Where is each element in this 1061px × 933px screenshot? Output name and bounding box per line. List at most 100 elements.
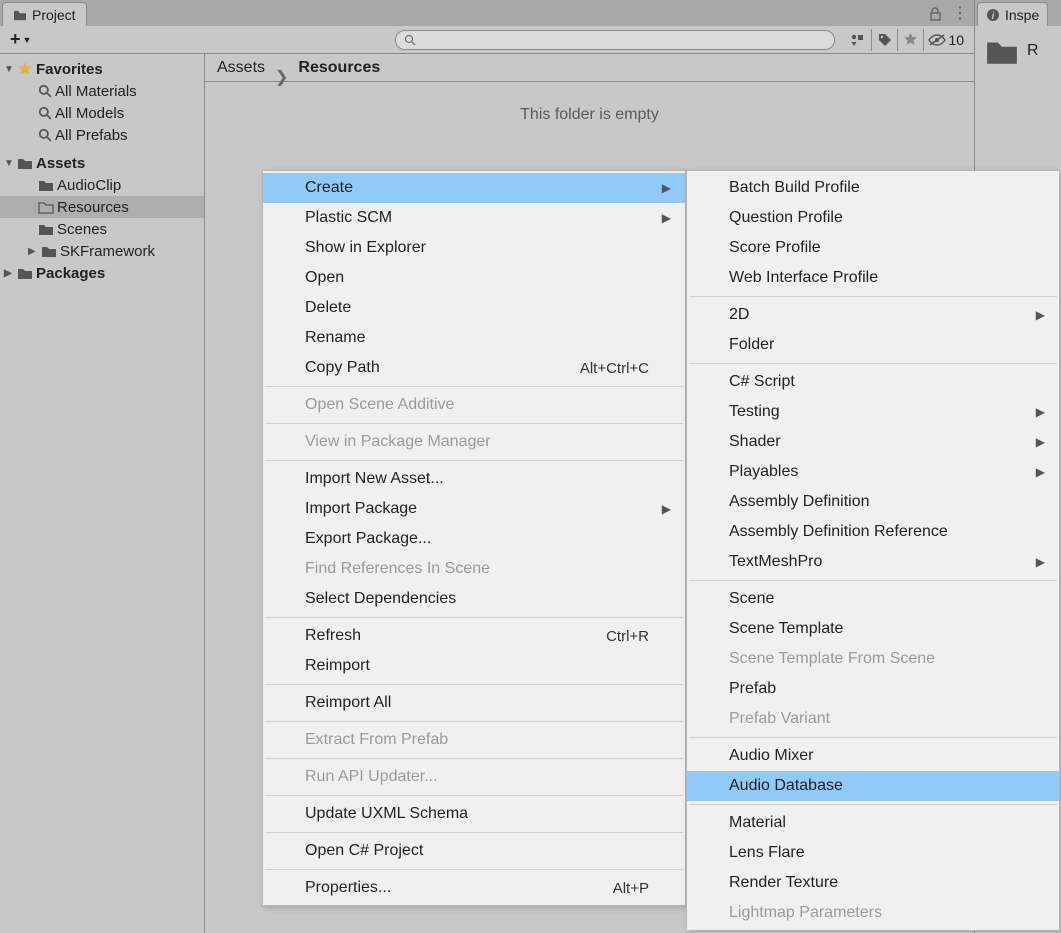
menu-separator [689,804,1057,805]
menu-item[interactable]: Audio Mixer [687,741,1059,771]
menu-item[interactable]: Web Interface Profile [687,263,1059,293]
menu-item[interactable]: Scene [687,584,1059,614]
menu-item[interactable]: Create▶ [263,173,685,203]
expand-arrow-icon[interactable]: ▶ [4,268,14,279]
breadcrumb-root[interactable]: Assets [217,59,265,77]
menu-item[interactable]: Delete [263,293,685,323]
menu-item[interactable]: Score Profile [687,233,1059,263]
folder-icon [17,266,33,280]
favorite-search-item[interactable]: All Prefabs [0,124,204,146]
menu-separator [265,758,683,759]
folder-icon [13,9,27,21]
menu-item-shortcut: Alt+P [613,880,649,897]
asset-folder-item[interactable]: ▶SKFramework [0,240,204,262]
project-tab[interactable]: Project [2,2,87,26]
expand-arrow-icon[interactable]: ▼ [4,158,14,169]
menu-item[interactable]: 2D▶ [687,300,1059,330]
search-icon [38,128,52,142]
menu-item[interactable]: Shader▶ [687,427,1059,457]
favorite-search-item[interactable]: All Models [0,102,204,124]
inspector-tab-label: Inspe [1005,7,1039,23]
add-button[interactable]: + ▼ [6,27,35,52]
favorite-button[interactable] [897,29,923,51]
search-field[interactable] [416,32,826,47]
menu-item[interactable]: Playables▶ [687,457,1059,487]
menu-item[interactable]: Properties...Alt+P [263,873,685,903]
filter-by-type-button[interactable] [845,29,871,51]
menu-item[interactable]: Audio Database [687,771,1059,801]
menu-item[interactable]: Lens Flare [687,838,1059,868]
menu-item-label: Import Package [305,500,417,518]
lock-icon[interactable] [929,7,942,21]
menu-item[interactable]: RefreshCtrl+R [263,621,685,651]
menu-separator [265,423,683,424]
tree-item-label: All Models [55,105,124,122]
kebab-icon[interactable]: ⋮ [952,6,968,22]
menu-item[interactable]: Reimport All [263,688,685,718]
assets-group[interactable]: ▼ Assets [0,152,204,174]
menu-item-label: Plastic SCM [305,209,392,227]
favorite-search-item[interactable]: All Materials [0,80,204,102]
menu-item[interactable]: Select Dependencies [263,584,685,614]
expand-arrow-icon[interactable]: ▶ [28,246,38,257]
menu-item[interactable]: Open [263,263,685,293]
menu-item-label: Show in Explorer [305,239,426,257]
menu-item[interactable]: Question Profile [687,203,1059,233]
menu-item-label: Lightmap Parameters [729,904,882,922]
menu-separator [265,869,683,870]
submenu-arrow-icon: ▶ [662,211,671,225]
menu-item-label: Create [305,179,353,197]
menu-item[interactable]: Copy PathAlt+Ctrl+C [263,353,685,383]
menu-item[interactable]: Material [687,808,1059,838]
menu-item[interactable]: Export Package... [263,524,685,554]
menu-item[interactable]: Rename [263,323,685,353]
inspector-tab-bar: i Inspe [975,0,1061,26]
menu-item[interactable]: Folder [687,330,1059,360]
menu-item-label: Find References In Scene [305,560,490,578]
menu-item-label: Folder [729,336,774,354]
packages-group[interactable]: ▶ Packages [0,262,204,284]
menu-item[interactable]: Assembly Definition Reference [687,517,1059,547]
menu-item[interactable]: Reimport [263,651,685,681]
menu-item[interactable]: Open C# Project [263,836,685,866]
menu-item[interactable]: C# Script [687,367,1059,397]
submenu-arrow-icon: ▶ [1036,405,1045,419]
menu-item[interactable]: Assembly Definition [687,487,1059,517]
menu-item: Extract From Prefab [263,725,685,755]
asset-folder-item[interactable]: Scenes [0,218,204,240]
menu-item-label: Extract From Prefab [305,731,448,749]
menu-item[interactable]: Import New Asset... [263,464,685,494]
menu-item[interactable]: Scene Template [687,614,1059,644]
menu-item[interactable]: Batch Build Profile [687,173,1059,203]
favorites-group[interactable]: ▼ Favorites [0,58,204,80]
inspector-tab[interactable]: i Inspe [977,2,1048,26]
menu-item[interactable]: Plastic SCM ▶ [263,203,685,233]
menu-item[interactable]: Update UXML Schema [263,799,685,829]
menu-item[interactable]: Render Texture [687,868,1059,898]
assets-label: Assets [36,155,85,172]
tree-item-label: AudioClip [57,177,121,194]
menu-item[interactable]: Import Package▶ [263,494,685,524]
tree-item-label: Scenes [57,221,107,238]
menu-item[interactable]: TextMeshPro▶ [687,547,1059,577]
submenu-arrow-icon: ▶ [1036,435,1045,449]
menu-item-label: Export Package... [305,530,431,548]
menu-item-label: Batch Build Profile [729,179,860,197]
menu-separator [689,363,1057,364]
eye-off-icon [928,33,946,47]
breadcrumb-current: Resources [298,59,380,77]
filter-by-label-button[interactable] [871,29,897,51]
menu-item[interactable]: Prefab [687,674,1059,704]
menu-item[interactable]: Testing▶ [687,397,1059,427]
menu-item-label: Delete [305,299,351,317]
hidden-items-toggle[interactable]: 10 [923,29,968,51]
menu-separator [265,460,683,461]
chevron-right-icon: ❯ [275,67,288,68]
asset-folder-item[interactable]: AudioClip [0,174,204,196]
expand-arrow-icon[interactable]: ▼ [4,64,14,75]
search-input[interactable] [395,30,835,50]
menu-item[interactable]: Show in Explorer [263,233,685,263]
asset-folder-item[interactable]: Resources [0,196,204,218]
menu-item-label: Open C# Project [305,842,423,860]
menu-item-label: Lens Flare [729,844,805,862]
